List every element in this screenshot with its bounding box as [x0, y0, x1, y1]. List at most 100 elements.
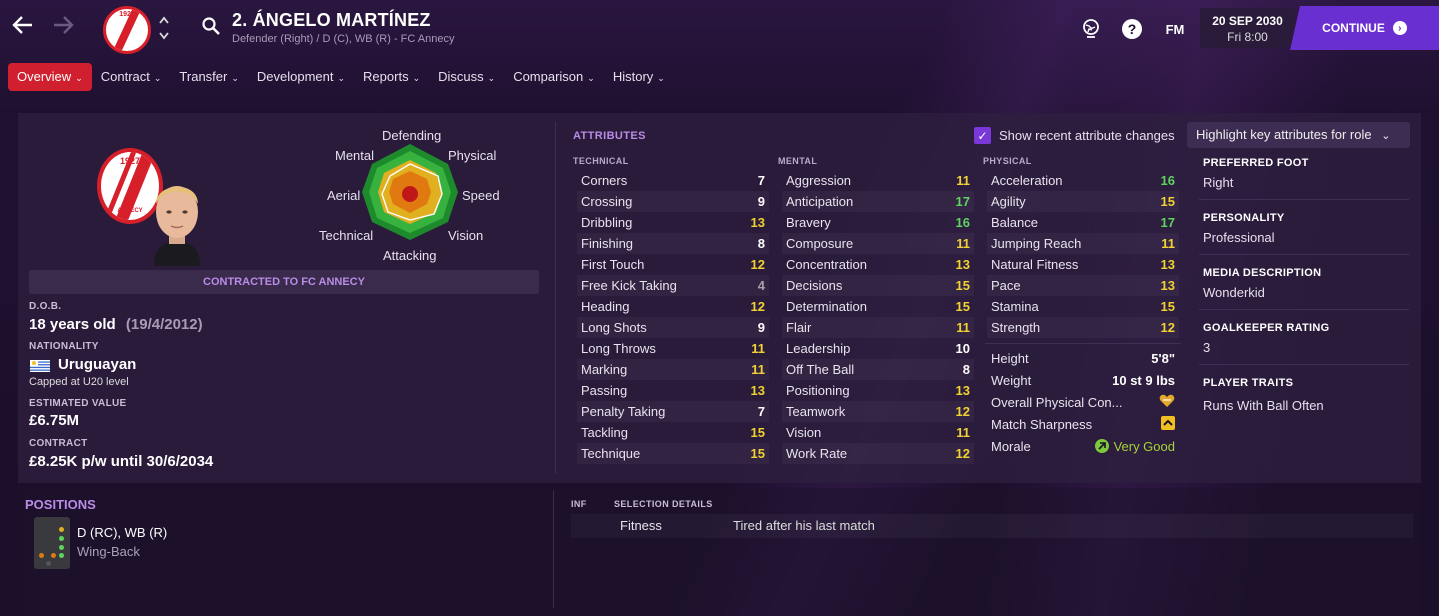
show-changes-label[interactable]: Show recent attribute changes	[999, 128, 1175, 143]
attribute-value: 15	[1160, 299, 1175, 314]
attribute-value: 17	[1160, 215, 1175, 230]
tab-development[interactable]: Development ⌄	[248, 63, 354, 91]
attribute-value: 11	[1161, 236, 1175, 251]
attribute-row[interactable]: Acceleration 16	[987, 170, 1179, 191]
nationality-value[interactable]: Uruguayan	[58, 356, 136, 373]
attribute-row[interactable]: Long Shots 9	[577, 317, 769, 338]
attribute-value: 11	[956, 236, 970, 251]
attribute-name: Determination	[786, 299, 867, 314]
attribute-row[interactable]: Stamina 15	[987, 296, 1179, 317]
game-date[interactable]: 20 SEP 2030 Fri 8:00	[1200, 8, 1295, 48]
attribute-row[interactable]: Pace 13	[987, 275, 1179, 296]
player-traits-value[interactable]: Runs With Ball Often	[1203, 398, 1324, 413]
attribute-name: Jumping Reach	[991, 236, 1082, 251]
morale-arrow-icon	[1094, 439, 1109, 453]
attribute-row[interactable]: Composure 11	[782, 233, 974, 254]
contract-status-bar: CONTRACTED TO FC ANNECY	[29, 270, 539, 294]
attribute-row[interactable]: Technique 15	[577, 443, 769, 464]
attribute-value: 8	[962, 362, 970, 377]
physical-heading: PHYSICAL	[983, 156, 1032, 166]
tab-overview[interactable]: Overview ⌄	[8, 63, 92, 91]
attribute-name: Bravery	[786, 215, 831, 230]
tab-contract[interactable]: Contract ⌄	[92, 63, 171, 91]
age-value: 18 years old	[29, 316, 116, 333]
attribute-value: 13	[750, 215, 765, 230]
attribute-row[interactable]: Balance 17	[987, 212, 1179, 233]
attribute-row[interactable]: First Touch 12	[577, 254, 769, 275]
attribute-row[interactable]: Long Throws 11	[577, 338, 769, 359]
continue-button[interactable]: CONTINUE ›	[1290, 6, 1439, 50]
chevron-down-icon: ⌄	[1381, 130, 1391, 142]
player-switch-arrows-icon[interactable]	[158, 14, 170, 46]
attribute-row[interactable]: Teamwork 12	[782, 401, 974, 422]
divider	[1199, 309, 1409, 310]
attribute-row[interactable]: Crossing 9	[577, 191, 769, 212]
attribute-row[interactable]: Corners 7	[577, 170, 769, 191]
fm-menu-button[interactable]: FM	[1164, 18, 1186, 40]
attribute-row[interactable]: Tackling 15	[577, 422, 769, 443]
attribute-row[interactable]: Marking 11	[577, 359, 769, 380]
attribute-row[interactable]: Jumping Reach 11	[987, 233, 1179, 254]
chevron-down-icon: ⌄	[657, 73, 665, 83]
search-icon[interactable]	[201, 16, 221, 41]
attribute-row[interactable]: Concentration 13	[782, 254, 974, 275]
attribute-name: Marking	[581, 362, 628, 377]
tab-reports[interactable]: Reports ⌄	[354, 63, 429, 91]
weight-label: Weight	[991, 372, 1032, 388]
tab-history[interactable]: History ⌄	[604, 63, 674, 91]
tab-discuss[interactable]: Discuss ⌄	[429, 63, 504, 91]
technical-heading: TECHNICAL	[573, 156, 629, 166]
attribute-row[interactable]: Decisions 15	[782, 275, 974, 296]
attribute-row[interactable]: Anticipation 17	[782, 191, 974, 212]
attribute-row[interactable]: Finishing 8	[577, 233, 769, 254]
attribute-name: Positioning	[786, 383, 850, 398]
attribute-row[interactable]: Passing 13	[577, 380, 769, 401]
attribute-name: Pace	[991, 278, 1021, 293]
attribute-row[interactable]: Bravery 16	[782, 212, 974, 233]
attribute-row[interactable]: Positioning 13	[782, 380, 974, 401]
personality-label: PERSONALITY	[1203, 212, 1285, 224]
estimated-value: £6.75M	[29, 412, 80, 429]
attribute-row[interactable]: Strength 12	[987, 317, 1179, 338]
attribute-value: 13	[1160, 278, 1175, 293]
date-text: 20 SEP 2030	[1212, 14, 1283, 28]
show-changes-checkbox[interactable]: ✓	[974, 127, 991, 144]
attribute-row[interactable]: Dribbling 13	[577, 212, 769, 233]
attribute-row[interactable]: Free Kick Taking 4	[577, 275, 769, 296]
forward-arrow-icon[interactable]	[52, 14, 74, 40]
attribute-row[interactable]: Flair 11	[782, 317, 974, 338]
morale-value: Very Good	[1113, 438, 1175, 454]
attribute-name: Technique	[581, 446, 641, 461]
attribute-radar-chart	[360, 142, 460, 247]
attribute-name: Vision	[786, 425, 822, 440]
attribute-row[interactable]: Agility 15	[987, 191, 1179, 212]
back-arrow-icon[interactable]	[12, 14, 34, 40]
help-icon[interactable]: ?	[1121, 18, 1143, 40]
attribute-name: Balance	[991, 215, 1038, 230]
attribute-name: Natural Fitness	[991, 257, 1079, 272]
attribute-row[interactable]: Aggression 11	[782, 170, 974, 191]
role-text: Wing-Back	[77, 544, 140, 559]
attribute-row[interactable]: Determination 15	[782, 296, 974, 317]
attribute-row[interactable]: Work Rate 12	[782, 443, 974, 464]
attribute-row[interactable]: Natural Fitness 13	[987, 254, 1179, 275]
attribute-value: 13	[955, 257, 970, 272]
condition-label: Overall Physical Con...	[991, 394, 1123, 410]
player-face-image	[148, 174, 206, 266]
club-crest-small[interactable]: 1927	[103, 6, 151, 54]
attribute-name: Passing	[581, 383, 628, 398]
chevron-down-icon: ⌄	[75, 73, 83, 83]
highlight-attributes-dropdown[interactable]: Highlight key attributes for role ⌄	[1187, 122, 1410, 148]
tab-comparison[interactable]: Comparison ⌄	[504, 63, 604, 91]
chevron-down-icon: ⌄	[487, 73, 496, 83]
attribute-row[interactable]: Vision 11	[782, 422, 974, 443]
attribute-row[interactable]: Leadership 10	[782, 338, 974, 359]
attribute-row[interactable]: Penalty Taking 7	[577, 401, 769, 422]
attribute-value: 11	[751, 362, 765, 377]
attribute-row[interactable]: Off The Ball 8	[782, 359, 974, 380]
attribute-row[interactable]: Heading 12	[577, 296, 769, 317]
continue-label: CONTINUE	[1322, 21, 1385, 35]
attribute-name: Aggression	[786, 173, 852, 188]
world-icon[interactable]	[1080, 18, 1102, 40]
tab-transfer[interactable]: Transfer ⌄	[170, 63, 247, 91]
